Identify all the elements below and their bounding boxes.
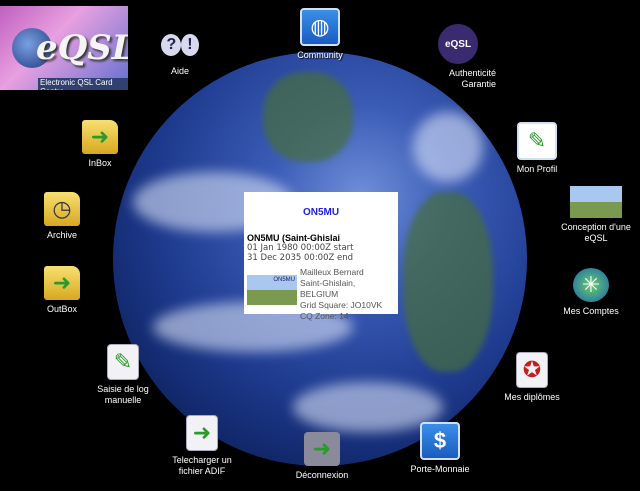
menu-diplomes[interactable]: ✪ Mes diplômes — [500, 352, 564, 403]
folder-in-icon: ➜ — [82, 120, 118, 154]
popup-name: Mailleux Bernard — [300, 267, 364, 277]
popup-cq: CQ Zone: 14 — [300, 311, 349, 321]
edit-window-icon: ✎ — [517, 122, 557, 160]
certificate-icon: ✪ — [516, 352, 548, 388]
upload-document-icon: ➜ — [186, 415, 218, 451]
menu-porte-monnaie[interactable]: $ Porte-Monnaie — [405, 422, 475, 475]
menu-saisie[interactable]: ✎ Saisie de log manuelle — [88, 344, 158, 406]
menu-adif[interactable]: ➜ Telecharger un fichier ADIF — [164, 415, 240, 477]
popup-grid: Grid Square: JO10VK — [300, 300, 383, 310]
menu-mes-comptes[interactable]: ✳ Mes Comptes — [556, 268, 626, 317]
eqsl-logo[interactable]: eQSL Electronic QSL Card Centre — [0, 6, 128, 90]
menu-deconnexion[interactable]: ➜ Déconnexion — [290, 432, 354, 481]
help-bubbles-icon: ?! — [161, 28, 199, 62]
qsl-card-icon — [570, 186, 622, 218]
menu-inbox[interactable]: ➜ InBox — [70, 120, 130, 169]
folder-out-icon: ➜ — [44, 266, 80, 300]
globe-network-icon: ✳ — [573, 268, 609, 302]
popup-callsign[interactable]: ON5MU — [244, 207, 398, 218]
popup-start: 01 Jan 1980 00:00Z start — [247, 243, 354, 253]
menu-outbox[interactable]: ➜ OutBox — [32, 266, 92, 315]
popup-heading: ON5MU (Saint-Ghislai — [247, 233, 341, 243]
popup-city: Saint-Ghislain, — [300, 278, 356, 288]
menu-archive[interactable]: ◷ Archive — [32, 192, 92, 241]
popup-country: BELGIUM — [300, 289, 339, 299]
edit-document-icon: ✎ — [107, 344, 139, 380]
globe-window-icon: ◍ — [300, 8, 340, 46]
dollar-window-icon: $ — [420, 422, 460, 460]
menu-mon-profil[interactable]: ✎ Mon Profil — [505, 122, 569, 175]
account-info-popup: ON5MU ON5MU (Saint-Ghislai 01 Jan 1980 0… — [244, 192, 398, 321]
menu-conception[interactable]: Conception d'une eQSL — [556, 186, 636, 244]
menu-authenticite[interactable]: eQSL Authenticité Garantie — [420, 24, 496, 90]
menu-community[interactable]: ◍ Community — [290, 8, 350, 61]
popup-end: 31 Dec 2035 00:00Z end — [247, 253, 354, 263]
menu-aide[interactable]: ?! Aide — [150, 28, 210, 77]
qsl-card-thumbnail: ON5MU — [247, 275, 297, 305]
exit-door-icon: ➜ — [304, 432, 340, 466]
folder-clock-icon: ◷ — [44, 192, 80, 226]
eqsl-seal-icon: eQSL — [438, 24, 478, 64]
